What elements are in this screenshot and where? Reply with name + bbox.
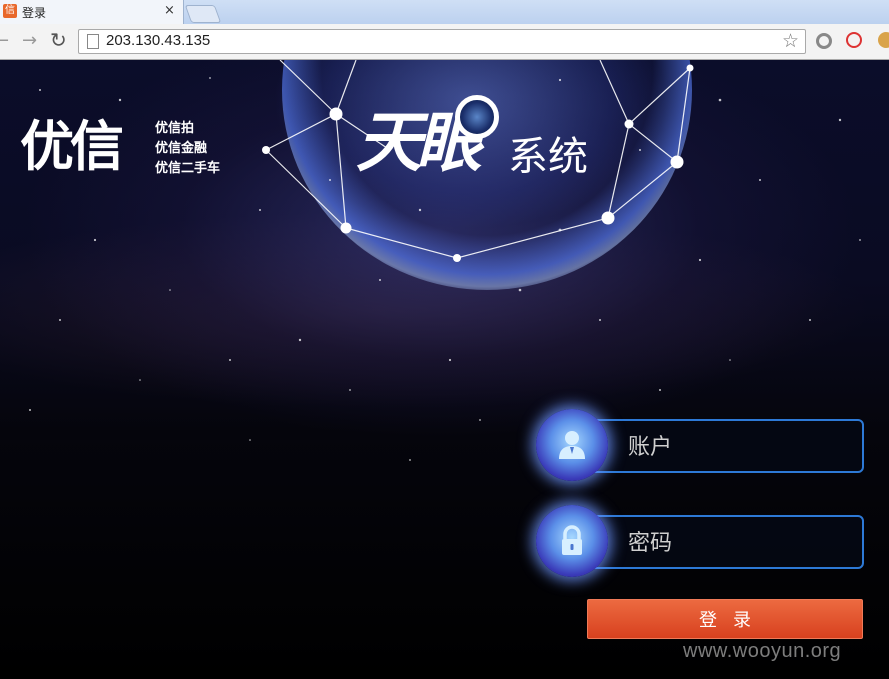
tab-login[interactable]: 信 登录 × [0, 0, 184, 24]
password-field[interactable] [588, 515, 864, 569]
tab-title: 登录 [22, 6, 47, 20]
page-icon [87, 34, 99, 49]
account-input[interactable] [626, 421, 850, 473]
close-icon[interactable]: × [164, 3, 175, 18]
lock-icon [536, 505, 608, 577]
reload-icon[interactable]: ↻ [50, 28, 67, 52]
tagline-item: 优信金融 [155, 141, 208, 156]
tagline-item: 优信二手车 [155, 161, 221, 176]
extension-icon[interactable] [846, 32, 862, 48]
favicon-icon: 信 [3, 4, 17, 18]
eye-icon [455, 95, 499, 139]
back-icon[interactable]: ← [0, 30, 9, 51]
tagline-item: 优信拍 [155, 121, 195, 136]
browser-toolbar: ← → ↻ 203.130.43.135 ☆ [0, 24, 889, 60]
new-tab-button[interactable] [184, 5, 222, 23]
user-icon [536, 409, 608, 481]
login-button[interactable]: 登录 [587, 599, 863, 639]
tab-strip: 信 登录 × [0, 0, 889, 24]
system-logo-sub: 系统 [508, 134, 588, 180]
star-icon[interactable]: ☆ [782, 30, 799, 52]
extension-icon[interactable] [878, 32, 889, 48]
address-bar[interactable]: 203.130.43.135 ☆ [78, 29, 806, 54]
brand-logo: 优信 [20, 115, 124, 178]
login-page: 优信 优信拍 优信金融 优信二手车 天眼 系统 登录 www.wooyun.or… [0, 60, 889, 679]
account-field[interactable] [588, 419, 864, 473]
brand-taglines: 优信拍 优信金融 优信二手车 [155, 119, 220, 179]
url-text[interactable]: 203.130.43.135 [106, 32, 210, 49]
password-input[interactable] [626, 517, 850, 569]
watermark: www.wooyun.org [683, 640, 842, 662]
forward-icon[interactable]: → [22, 30, 37, 51]
extension-icon[interactable] [816, 33, 832, 49]
